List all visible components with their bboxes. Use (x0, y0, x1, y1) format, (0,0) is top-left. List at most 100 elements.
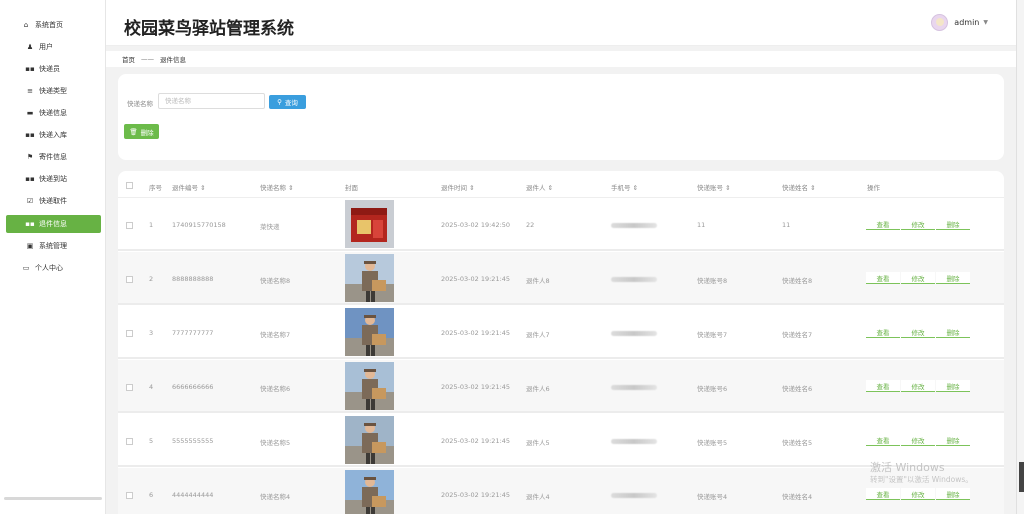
breadcrumb-separator: —— (141, 55, 154, 63)
check-icon: ☑ (26, 197, 34, 205)
sidebar-item-home[interactable]: ⌂ 系统首页 (0, 16, 106, 34)
delete-button[interactable]: 删除 (936, 218, 970, 230)
sidebar-item-return-info[interactable]: ▪▪ 退件信息 (6, 215, 101, 233)
table-row: 4 6666666666 快递名称6 2025-03-02 19:21:45 退件人6 快… (118, 360, 1004, 413)
query-button-label: 查询 (284, 100, 298, 107)
view-button[interactable]: 查看 (866, 434, 900, 446)
cell-time: 2025-03-02 19:21:45 (441, 383, 511, 391)
cell-realname: 快递姓名5 (782, 439, 813, 447)
edit-button[interactable]: 修改 (901, 380, 935, 392)
cover-image (345, 362, 394, 410)
cell-code: 8888888888 (172, 275, 214, 283)
edit-button[interactable]: 修改 (901, 434, 935, 446)
view-button[interactable]: 查看 (866, 380, 900, 392)
search-input[interactable] (158, 93, 265, 109)
cell-no: 1 (149, 221, 154, 229)
grid-icon: ▪▪ (25, 131, 35, 139)
query-button[interactable]: ⚲ 查询 (269, 95, 306, 109)
trash-icon: 🗑︎ (129, 128, 138, 136)
sidebar-item-label: 系统首页 (35, 21, 63, 29)
sidebar-item-personal[interactable]: ▭ 个人中心 (0, 259, 106, 277)
cover-image (345, 254, 394, 302)
cell-name: 快递名称5 (260, 439, 291, 447)
header-phone[interactable]: 手机号 ⇕ (611, 182, 638, 192)
view-button[interactable]: 查看 (866, 488, 900, 500)
sidebar-item-user[interactable]: ♟ 用户 (0, 38, 106, 56)
user-menu[interactable]: admin ▼ (931, 14, 988, 31)
sidebar-item-label: 寄件信息 (39, 153, 67, 161)
page-scrollbar[interactable] (1016, 0, 1024, 514)
sidebar-item-arrival[interactable]: ▪▪ 快递到站 (0, 170, 106, 188)
grid-icon: ▪▪ (25, 220, 35, 228)
cell-no: 2 (149, 275, 154, 283)
view-button[interactable]: 查看 (866, 218, 900, 230)
edit-button[interactable]: 修改 (901, 326, 935, 338)
delete-button[interactable]: 删除 (936, 326, 970, 338)
cell-code: 5555555555 (172, 437, 214, 445)
username: admin (954, 18, 980, 27)
sidebar-item-pickup[interactable]: ☑ 快递取件 (0, 192, 106, 210)
sidebar-item-express-type[interactable]: ≡ 快递类型 (0, 82, 106, 100)
cell-name: 快递名称4 (260, 493, 291, 501)
cell-code: 4444444444 (172, 491, 214, 499)
breadcrumb: 首页 —— 退件信息 (106, 51, 1016, 67)
sidebar-item-label: 快递信息 (39, 109, 67, 117)
row-checkbox[interactable] (126, 384, 133, 391)
watermark-line2: 转到"设置"以激活 Windows。 (870, 475, 973, 484)
row-checkbox[interactable] (126, 276, 133, 283)
avatar (931, 14, 949, 31)
sidebar-item-courier[interactable]: ▪▪ 快递员 (0, 60, 106, 78)
scrollbar-thumb[interactable] (1019, 462, 1024, 492)
cell-time: 2025-03-02 19:21:45 (441, 275, 511, 283)
sidebar-item-label: 快递类型 (39, 87, 67, 95)
row-checkbox[interactable] (126, 438, 133, 445)
delete-button[interactable]: 删除 (936, 272, 970, 284)
header-cover: 封面 (345, 184, 358, 192)
cell-time: 2025-03-02 19:21:45 (441, 437, 511, 445)
sidebar-item-label: 退件信息 (39, 220, 67, 228)
sidebar-item-express-info[interactable]: ▬ 快递信息 (0, 104, 106, 122)
select-all-checkbox[interactable] (126, 182, 133, 189)
home-icon: ⌂ (23, 21, 29, 29)
table-row: 1 1740915770158 菜快递 2025-03-02 19:42:50 22 11… (118, 198, 1004, 251)
header-time[interactable]: 退件时间 ⇕ (441, 182, 475, 192)
row-checkbox[interactable] (126, 222, 133, 229)
cell-name: 快递名称8 (260, 277, 291, 285)
view-button[interactable]: 查看 (866, 326, 900, 338)
sidebar-item-system[interactable]: ▣ 系统管理 (0, 237, 106, 255)
header-no: 序号 (149, 184, 162, 192)
breadcrumb-home[interactable]: 首页 (122, 54, 135, 64)
search-label: 快递名称 (127, 100, 153, 108)
sidebar-scrollbar[interactable] (4, 497, 102, 500)
row-checkbox[interactable] (126, 330, 133, 337)
cell-realname: 11 (782, 221, 791, 229)
cell-account: 快递账号8 (697, 277, 728, 285)
person-icon: ♟ (26, 43, 34, 51)
table-row: 2 8888888888 快递名称8 2025-03-02 19:21:45 退件人8 快… (118, 252, 1004, 305)
delete-button[interactable]: 删除 (936, 380, 970, 392)
header-realname[interactable]: 快递姓名 ⇕ (782, 182, 816, 192)
header-name[interactable]: 快递名称 ⇕ (260, 182, 294, 192)
sidebar-item-send-info[interactable]: ⚑ 寄件信息 (0, 148, 106, 166)
phone-redacted (611, 277, 657, 282)
edit-button[interactable]: 修改 (901, 272, 935, 284)
header-person[interactable]: 退件人 ⇕ (526, 182, 553, 192)
cell-account: 11 (697, 221, 706, 229)
cover-image (345, 470, 394, 514)
cell-code: 6666666666 (172, 383, 214, 391)
header-account[interactable]: 快递账号 ⇕ (697, 182, 731, 192)
delete-button[interactable]: 删除 (936, 434, 970, 446)
delete-button[interactable]: 删除 (936, 488, 970, 500)
edit-button[interactable]: 修改 (901, 488, 935, 500)
view-button[interactable]: 查看 (866, 272, 900, 284)
batch-delete-button[interactable]: 🗑︎ 删除 (124, 124, 159, 139)
breadcrumb-current: 退件信息 (160, 56, 186, 64)
sidebar-item-express-storage[interactable]: ▪▪ 快递入库 (0, 126, 106, 144)
cell-person: 退件人4 (526, 493, 550, 501)
edit-button[interactable]: 修改 (901, 218, 935, 230)
cell-no: 6 (149, 491, 154, 499)
header-code[interactable]: 退件编号 ⇕ (172, 182, 206, 192)
sidebar-item-label: 快递取件 (39, 197, 67, 205)
row-checkbox[interactable] (126, 492, 133, 499)
cell-account: 快递账号4 (697, 493, 728, 501)
